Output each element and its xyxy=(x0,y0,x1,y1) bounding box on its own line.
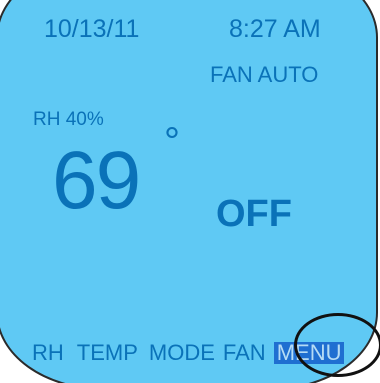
softkey-fan[interactable]: FAN xyxy=(223,342,266,364)
softkey-temp[interactable]: TEMP xyxy=(77,342,138,364)
date-display: 10/13/11 xyxy=(44,15,140,43)
softkey-bar: RH TEMP MODE FAN MENU xyxy=(32,342,345,364)
softkey-mode[interactable]: MODE xyxy=(149,342,215,364)
system-mode-status: OFF xyxy=(216,193,292,235)
softkey-menu[interactable]: MENU xyxy=(273,342,345,364)
softkey-rh[interactable]: RH xyxy=(32,342,64,364)
degree-icon: ° xyxy=(164,120,180,164)
fan-status: FAN AUTO xyxy=(210,62,319,87)
humidity-readout: RH 40% xyxy=(33,109,104,130)
thermostat-display: 10/13/11 8:27 AM FAN AUTO RH 40% 69 ° OF… xyxy=(0,0,380,383)
time-display: 8:27 AM xyxy=(229,15,321,43)
temperature-value: 69 xyxy=(52,135,141,226)
